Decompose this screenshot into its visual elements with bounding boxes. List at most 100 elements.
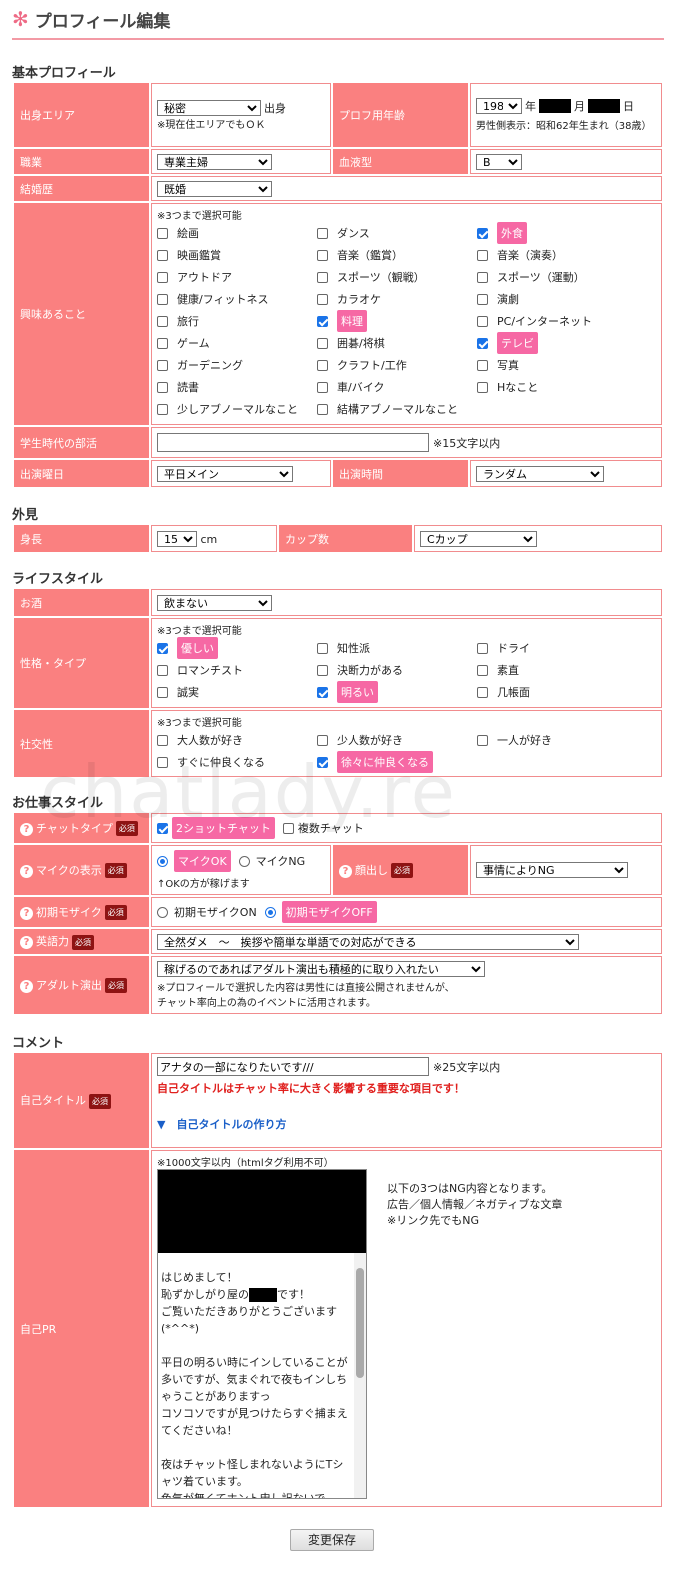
personality-option[interactable]: ロマンチスト [157, 659, 317, 681]
mosaic-on-label[interactable]: 初期モザイクON [174, 904, 257, 920]
interests-checkbox[interactable] [317, 337, 328, 349]
cup-select[interactable]: Cカップ [420, 530, 537, 547]
pr-scrollbar[interactable] [354, 1253, 366, 1498]
interests-option-label[interactable]: 音楽（鑑賞） [337, 247, 403, 263]
interests-option-label[interactable]: アウトドア [177, 269, 232, 285]
personality-checkbox[interactable] [157, 664, 168, 676]
help-icon[interactable]: ? [20, 864, 33, 878]
interests-option[interactable]: スポーツ（運動） [477, 266, 637, 288]
mic-ok-label[interactable]: マイクOK [174, 850, 231, 872]
mic-ng-radio[interactable] [238, 855, 250, 867]
interests-checkbox[interactable] [317, 293, 328, 305]
pr-textarea[interactable]: はじめまして！ 恥ずかしがり屋の です！ ご覧いただきありがとうございます (*^… [157, 1169, 367, 1499]
social-option-label[interactable]: 徐々に仲良くなる [337, 751, 433, 773]
blood-select[interactable]: B [476, 153, 522, 170]
social-checkbox[interactable] [157, 734, 168, 746]
interests-option-label[interactable]: ゲーム [177, 335, 210, 351]
social-checkbox[interactable] [477, 734, 488, 746]
interests-option-label[interactable]: 健康/フィットネス [177, 291, 269, 307]
interests-checkbox[interactable] [477, 271, 488, 283]
interests-checkbox[interactable] [477, 315, 488, 327]
personality-checkbox[interactable] [317, 642, 328, 654]
interests-checkbox[interactable] [157, 359, 168, 371]
pr-scroll-thumb[interactable] [356, 1268, 364, 1378]
mosaic-off-radio[interactable] [264, 906, 276, 918]
personality-option-label[interactable]: ドライ [497, 640, 530, 656]
save-button[interactable]: 変更保存 [290, 1529, 374, 1551]
interests-option[interactable]: 旅行 [157, 310, 317, 332]
interests-option-label[interactable]: 絵画 [177, 225, 199, 241]
interests-option[interactable]: 絵画 [157, 222, 317, 244]
interests-option[interactable]: テレビ [477, 332, 637, 354]
personality-option-label[interactable]: ロマンチスト [177, 662, 243, 678]
interests-option[interactable]: 健康/フィットネス [157, 288, 317, 310]
social-option[interactable]: 大人数が好き [157, 729, 317, 751]
interests-checkbox[interactable] [477, 227, 488, 239]
social-option[interactable]: 一人が好き [477, 729, 637, 751]
mosaic-on-radio[interactable] [157, 906, 168, 918]
title-howto-link[interactable]: ▼ 自己タイトルの作り方 [157, 1116, 656, 1132]
personality-option-label[interactable]: 優しい [177, 637, 218, 659]
adult-select[interactable]: 稼げるのであればアダルト演出も積極的に取り入れたい [157, 961, 485, 977]
interests-option[interactable]: 音楽（鑑賞） [317, 244, 477, 266]
interests-option[interactable]: 写真 [477, 354, 637, 376]
interests-checkbox[interactable] [157, 227, 168, 239]
personality-option[interactable]: ドライ [477, 637, 637, 659]
help-icon[interactable]: ? [20, 822, 33, 836]
personality-checkbox[interactable] [157, 642, 168, 654]
personality-option[interactable]: 知性派 [317, 637, 477, 659]
mosaic-off-label[interactable]: 初期モザイクOFF [281, 901, 377, 923]
interests-checkbox[interactable] [477, 249, 488, 261]
personality-checkbox[interactable] [317, 686, 328, 698]
interests-option-label[interactable]: 写真 [497, 357, 519, 373]
interests-option-label[interactable]: ガーデニング [177, 357, 243, 373]
personality-option[interactable]: 几帳面 [477, 681, 637, 703]
personality-option[interactable]: 明るい [317, 681, 477, 703]
interests-option[interactable]: ダンス [317, 222, 477, 244]
interests-option[interactable]: 結構アブノーマルなこと [317, 398, 477, 420]
interests-option-label[interactable]: 少しアブノーマルなこと [177, 401, 298, 417]
help-icon[interactable]: ? [20, 936, 33, 950]
social-option-label[interactable]: 大人数が好き [177, 732, 243, 748]
interests-checkbox[interactable] [157, 271, 168, 283]
personality-checkbox[interactable] [157, 686, 168, 698]
interests-checkbox[interactable] [317, 359, 328, 371]
month-select[interactable] [539, 99, 571, 113]
interests-option-label[interactable]: 外食 [497, 222, 527, 244]
interests-option[interactable]: 演劇 [477, 288, 637, 310]
interests-option[interactable]: スポーツ（観戦） [317, 266, 477, 288]
personality-checkbox[interactable] [477, 664, 488, 676]
day-select[interactable] [588, 99, 620, 113]
interests-option[interactable]: カラオケ [317, 288, 477, 310]
personality-option-label[interactable]: 素直 [497, 662, 519, 678]
personality-option[interactable]: 誠実 [157, 681, 317, 703]
interests-option[interactable]: アウトドア [157, 266, 317, 288]
interests-checkbox[interactable] [157, 293, 168, 305]
face-select[interactable]: 事情によりNG [476, 862, 628, 878]
personality-option-label[interactable]: 決断力がある [337, 662, 403, 678]
interests-checkbox[interactable] [317, 315, 328, 327]
social-checkbox[interactable] [317, 734, 328, 746]
interests-option[interactable]: Hなこと [477, 376, 637, 398]
day-select-main[interactable]: 平日メイン [157, 465, 293, 482]
interests-option-label[interactable]: テレビ [497, 332, 538, 354]
interests-checkbox[interactable] [317, 271, 328, 283]
social-option-label[interactable]: 一人が好き [497, 732, 552, 748]
interests-option-label[interactable]: スポーツ（運動） [497, 269, 585, 285]
interests-checkbox[interactable] [157, 381, 168, 393]
title-input[interactable] [157, 1057, 429, 1076]
interests-option-label[interactable]: 結構アブノーマルなこと [337, 401, 458, 417]
social-option-label[interactable]: 少人数が好き [337, 732, 403, 748]
personality-option[interactable]: 優しい [157, 637, 317, 659]
interests-option[interactable]: 映画鑑賞 [157, 244, 317, 266]
personality-option[interactable]: 決断力がある [317, 659, 477, 681]
help-icon[interactable]: ? [339, 864, 352, 878]
help-icon[interactable]: ? [20, 906, 33, 920]
social-option[interactable]: すぐに仲良くなる [157, 751, 317, 773]
alcohol-select[interactable]: 飲まない [157, 594, 272, 611]
personality-option-label[interactable]: 几帳面 [497, 684, 530, 700]
interests-checkbox[interactable] [477, 359, 488, 371]
chat-2shot-label[interactable]: 2ショットチャット [172, 817, 275, 839]
interests-checkbox[interactable] [477, 293, 488, 305]
height-select[interactable]: 157 [157, 530, 197, 547]
